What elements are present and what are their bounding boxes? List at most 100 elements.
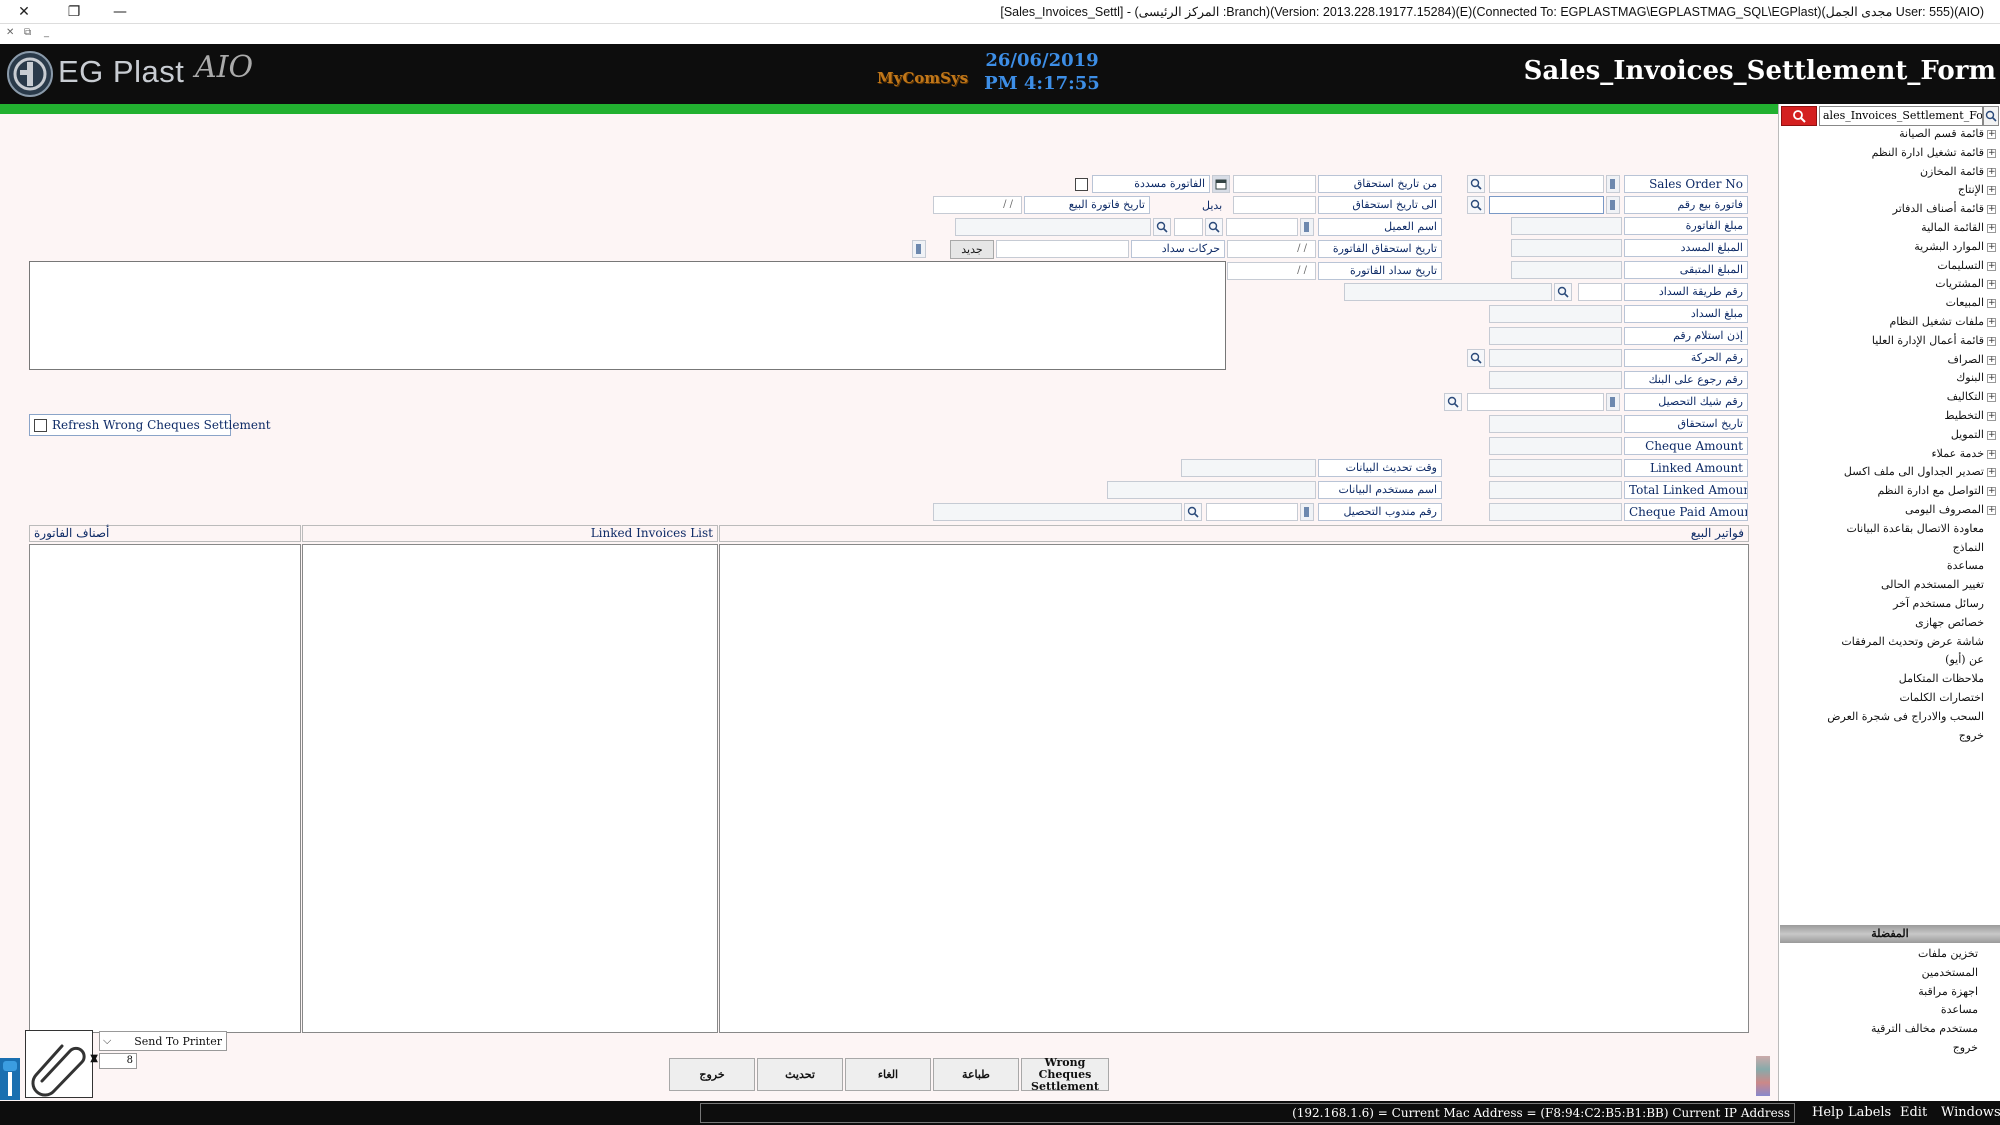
sidebar-item[interactable]: التواصل مع ادارة النظم (1877, 482, 1984, 500)
invoice-payment-date-field[interactable]: / / (1227, 262, 1316, 280)
favorite-item[interactable]: مستخدم مخالف الترقية (1871, 1020, 1978, 1038)
favorite-item[interactable]: تخزين ملفات (1918, 945, 1978, 963)
refresh-button[interactable]: تحديث (757, 1058, 843, 1091)
invoice-no-input[interactable] (1489, 196, 1604, 214)
sidebar-item[interactable]: قائمة أصناف الدفاتر (1893, 200, 1984, 218)
sidebar-item[interactable]: الصراف (1948, 351, 1984, 369)
sidebar-item[interactable]: ملفات تشغيل النظام (1889, 313, 1984, 331)
favorite-item[interactable]: المستخدمين (1922, 964, 1978, 982)
sidebar-search-input[interactable]: ales_Invoices_Settlement_Form (1819, 106, 1983, 126)
expand-plus-icon[interactable]: + (1987, 487, 1996, 497)
copies-stepper[interactable]: ▲ ▼ 8 (90, 1053, 137, 1069)
picker-collection-cheque[interactable] (1606, 393, 1620, 411)
collection-rep-search-button[interactable] (1184, 503, 1202, 521)
calendar-button[interactable] (1212, 175, 1230, 193)
expand-plus-icon[interactable]: + (1987, 224, 1996, 233)
expand-plus-icon[interactable]: + (1987, 148, 1996, 158)
exit-button[interactable]: خروج (669, 1058, 755, 1091)
from-due-date-input[interactable] (1233, 175, 1316, 193)
expand-plus-icon[interactable]: + (1987, 186, 1996, 196)
linked-invoices-list[interactable] (302, 544, 718, 1033)
sidebar-item[interactable]: عن (أيو) (1945, 651, 1984, 669)
sidebar-item[interactable]: خصائص جهازى (1915, 614, 1984, 632)
favorite-item[interactable]: مساعدة (1941, 1001, 1978, 1019)
picker-new[interactable] (912, 240, 926, 258)
sidebar-search-button[interactable] (1781, 106, 1817, 126)
sidebar-item[interactable]: قائمة المخازن (1920, 163, 1984, 181)
customer-search-button[interactable] (1205, 218, 1223, 236)
favorite-item[interactable]: خروج (1953, 1039, 1978, 1057)
payment-method-search-button[interactable] (1554, 283, 1572, 301)
sidebar-item[interactable]: خروج (1959, 727, 1984, 745)
invoice-no-search-button[interactable] (1467, 196, 1485, 214)
sales-order-search-button[interactable] (1467, 175, 1485, 193)
minimize-icon[interactable]: — (108, 2, 132, 22)
expand-plus-icon[interactable]: + (1987, 130, 1996, 139)
sidebar-item[interactable]: قائمة أعمال الإدارة العليا (1872, 332, 1984, 350)
expand-plus-icon[interactable]: + (1987, 261, 1996, 271)
sidebar-item[interactable]: التخطيط (1944, 407, 1984, 425)
sales-order-no-input[interactable] (1489, 175, 1604, 193)
refresh-wrong-cheques-toggle[interactable]: Refresh Wrong Cheques Settlement (29, 414, 271, 436)
invoice-due-date-field[interactable]: / / (1227, 240, 1316, 258)
sidebar-item[interactable]: البنوك (1956, 369, 1984, 387)
sidebar-item[interactable]: قائمة قسم الصيانة (1899, 125, 1984, 143)
expand-plus-icon[interactable]: + (1987, 242, 1996, 252)
transaction-search-button[interactable] (1467, 349, 1485, 367)
sidebar-item[interactable]: خدمة عملاء (1931, 445, 1984, 463)
expand-plus-icon[interactable]: + (1987, 449, 1996, 459)
picker-customer[interactable] (1300, 218, 1314, 236)
expand-plus-icon[interactable]: + (1987, 205, 1996, 215)
notes-textarea[interactable] (29, 261, 1226, 370)
menu-edit[interactable]: Edit (1900, 1105, 1927, 1120)
send-to-printer-select[interactable]: ⌵ Send To Printer (99, 1031, 227, 1051)
sidebar-go-button[interactable] (1983, 106, 1999, 126)
expand-plus-icon[interactable]: + (1987, 280, 1996, 290)
sidebar-item[interactable]: الموارد البشرية (1914, 238, 1984, 256)
sidebar-item[interactable]: النماذج (1953, 539, 1984, 557)
favorite-item[interactable]: اجهزة مراقبة (1918, 983, 1978, 1001)
sidebar-item[interactable]: رسائل مستخدم آخر (1893, 595, 1984, 613)
attachment-button[interactable] (25, 1030, 93, 1098)
paid-invoice-checkbox[interactable] (1075, 178, 1088, 191)
sidebar-item[interactable]: التمويل (1951, 426, 1984, 444)
wrong-cheques-settlement-button[interactable]: Wrong Cheques Settlement (1021, 1056, 1109, 1092)
expand-plus-icon[interactable]: + (1987, 167, 1996, 177)
collection-cheque-search-button[interactable] (1444, 393, 1462, 411)
new-button[interactable]: جديد (950, 240, 994, 259)
sidebar-item[interactable]: معاودة الاتصال بقاعدة البيانات (1846, 520, 1984, 538)
expand-plus-icon[interactable]: + (1987, 468, 1996, 478)
picker-invoice-no[interactable] (1606, 196, 1620, 214)
sidebar-item[interactable]: تصدير الجداول الى ملف اكسل (1844, 463, 1984, 481)
close-icon[interactable]: ✕ (12, 2, 36, 22)
sidebar-item[interactable]: السحب والادراج فى شجرة العرض (1827, 708, 1984, 726)
collection-rep-no-input[interactable] (1206, 503, 1298, 521)
cancel-button[interactable]: الغاء (845, 1058, 931, 1091)
expand-plus-icon[interactable]: + (1987, 393, 1996, 403)
expand-plus-icon[interactable]: + (1987, 318, 1996, 327)
customer-branch-search-button[interactable] (1153, 218, 1171, 236)
sidebar-item[interactable]: التسليمات (1937, 257, 1984, 275)
payment-method-no-input[interactable] (1578, 283, 1622, 301)
expand-plus-icon[interactable]: + (1987, 506, 1996, 515)
customer-code-input[interactable] (1226, 218, 1298, 236)
expand-plus-icon[interactable]: + (1987, 412, 1996, 421)
menu-help[interactable]: Help (1812, 1105, 1844, 1120)
sales-invoice-date-field[interactable]: / / (933, 196, 1022, 214)
mdi-close-icon[interactable]: ✕ (6, 27, 14, 38)
mdi-minimize-icon[interactable]: _ (44, 27, 49, 38)
expand-plus-icon[interactable]: + (1987, 430, 1996, 440)
sidebar-item[interactable]: المشتريات (1935, 275, 1984, 293)
menu-labels[interactable]: Labels (1848, 1105, 1891, 1120)
expand-plus-icon[interactable]: + (1987, 299, 1996, 309)
refresh-wrong-cheques-checkbox[interactable] (34, 419, 47, 432)
sidebar-item[interactable]: شاشة عرض وتحديث المرفقات (1841, 633, 1984, 651)
restore-icon[interactable]: ❐ (62, 2, 86, 22)
sidebar-item[interactable]: القائمة المالية (1921, 219, 1984, 237)
expand-plus-icon[interactable]: + (1987, 355, 1996, 365)
sidebar-item[interactable]: قائمة تشغيل ادارة النظم (1872, 144, 1984, 162)
sidebar-item[interactable]: مساعدة (1947, 557, 1984, 575)
sales-invoices-grid[interactable] (719, 544, 1749, 1033)
sidebar-item[interactable]: اختصارات الكلمات (1900, 689, 1984, 707)
sidebar-item[interactable]: ملاحظات المتكامل (1899, 670, 1984, 688)
